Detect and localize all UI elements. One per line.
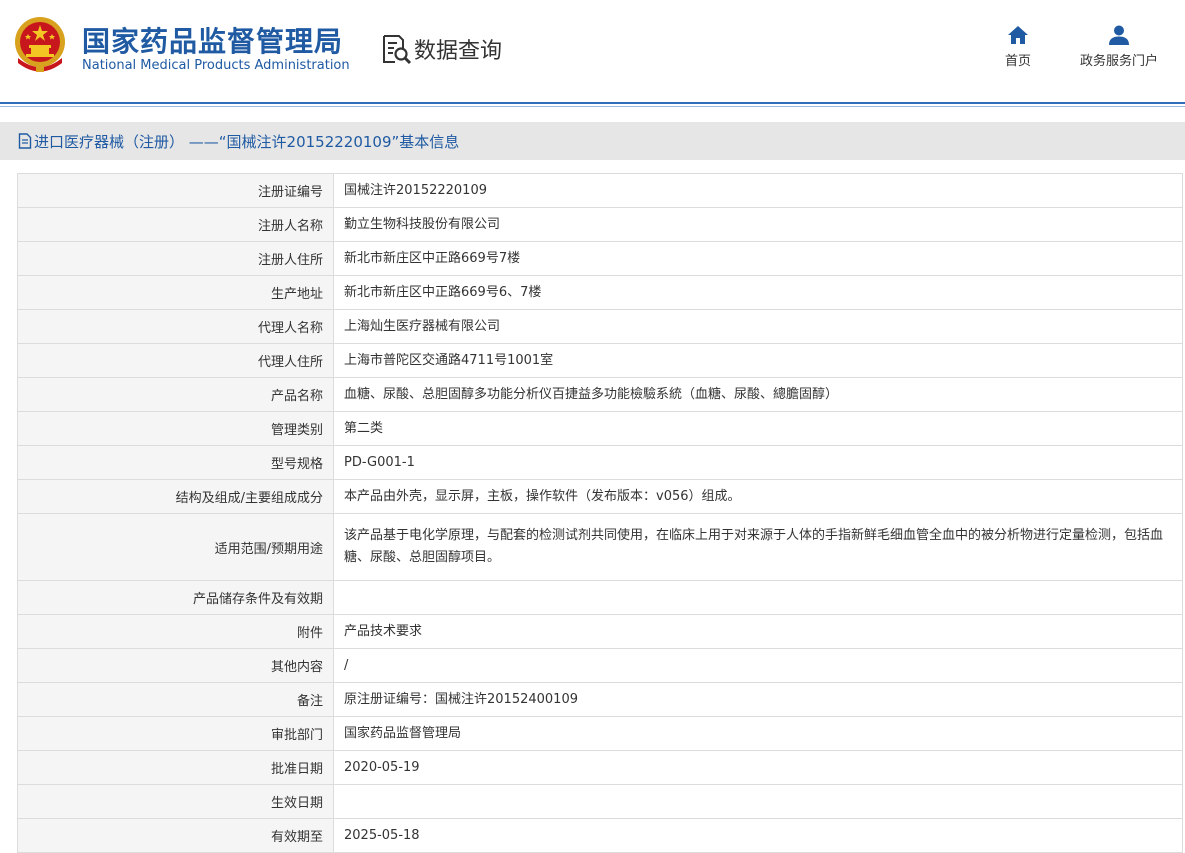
org-name-cn: 国家药品监督管理局 xyxy=(82,25,344,58)
nav-home-link[interactable]: 首页 xyxy=(990,24,1046,69)
row-label: 生产地址 xyxy=(17,275,334,310)
row-label: 审批部门 xyxy=(17,716,334,751)
row-value: PD-G001-1 xyxy=(333,445,1183,480)
section-title: 数据查询 xyxy=(414,39,503,64)
nav-service-portal-label: 政务服务门户 xyxy=(1079,54,1158,69)
row-label: 批准日期 xyxy=(17,750,334,785)
row-label: 其他内容 xyxy=(17,648,334,683)
row-value: 上海市普陀区交通路4711号1001室 xyxy=(333,343,1183,378)
row-value: 新北市新庄区中正路669号7楼 xyxy=(333,241,1183,276)
row-value: 血糖、尿酸、总胆固醇多功能分析仪百捷益多功能檢驗系統（血糖、尿酸、總膽固醇） xyxy=(333,377,1183,412)
table-row: 审批部门 国家药品监督管理局 xyxy=(17,716,1183,751)
table-row: 代理人名称 上海灿生医疗器械有限公司 xyxy=(17,309,1183,344)
document-search-icon xyxy=(383,35,412,65)
page-title: 进口医疗器械（注册） ——“国械注许20152220109”基本信息 xyxy=(34,132,460,151)
row-value: / xyxy=(333,648,1183,683)
row-label: 附件 xyxy=(17,614,334,649)
row-value: 该产品基于电化学原理，与配套的检测试剂共同使用，在临床上用于对来源于人体的手指新… xyxy=(333,513,1183,581)
row-label: 适用范围/预期用途 xyxy=(17,513,334,581)
row-label: 结构及组成/主要组成成分 xyxy=(17,479,334,514)
site-header: 国家药品监督管理局 National Medical Products Admi… xyxy=(0,0,1185,104)
table-row: 注册人名称 勤立生物科技股份有限公司 xyxy=(17,207,1183,242)
row-value: 原注册证编号：国械注许20152400109 xyxy=(333,682,1183,717)
row-value: 2025-05-18 xyxy=(333,818,1183,853)
row-label: 注册证编号 xyxy=(17,173,334,208)
table-row: 其他内容 / xyxy=(17,648,1183,683)
table-row: 适用范围/预期用途 该产品基于电化学原理，与配套的检测试剂共同使用，在临床上用于对… xyxy=(17,513,1183,581)
row-label: 代理人住所 xyxy=(17,343,334,378)
row-value: 本产品由外壳，显示屏，主板，操作软件（发布版本：v056）组成。 xyxy=(333,479,1183,514)
table-row: 产品储存条件及有效期 xyxy=(17,580,1183,615)
row-label: 产品名称 xyxy=(17,377,334,412)
device-info-table: 注册证编号 国械注许20152220109 注册人名称 勤立生物科技股份有限公司 注… xyxy=(17,173,1183,853)
row-label: 注册人名称 xyxy=(17,207,334,242)
row-value: 第二类 xyxy=(333,411,1183,446)
row-label: 注册人住所 xyxy=(17,241,334,276)
document-icon xyxy=(18,133,32,149)
table-row: 结构及组成/主要组成成分 本产品由外壳，显示屏，主板，操作软件（发布版本：v056… xyxy=(17,479,1183,514)
table-row: 注册证编号 国械注许20152220109 xyxy=(17,173,1183,208)
row-value: 上海灿生医疗器械有限公司 xyxy=(333,309,1183,344)
record-title-bar: 进口医疗器械（注册） ——“国械注许20152220109”基本信息 xyxy=(0,122,1185,160)
table-row: 管理类别 第二类 xyxy=(17,411,1183,446)
header-divider-thin xyxy=(0,106,1185,107)
row-label: 管理类别 xyxy=(17,411,334,446)
nav-service-portal-link[interactable]: 政务服务门户 xyxy=(1070,24,1168,69)
table-row: 代理人住所 上海市普陀区交通路4711号1001室 xyxy=(17,343,1183,378)
row-value: 2020-05-19 xyxy=(333,750,1183,785)
row-label: 生效日期 xyxy=(17,784,334,819)
row-value: 产品技术要求 xyxy=(333,614,1183,649)
org-name-en: National Medical Products Administration xyxy=(82,58,350,73)
national-emblem-logo xyxy=(15,17,65,72)
table-row: 备注 原注册证编号：国械注许20152400109 xyxy=(17,682,1183,717)
nav-home-label: 首页 xyxy=(1004,54,1031,69)
row-label: 型号规格 xyxy=(17,445,334,480)
table-row: 生效日期 xyxy=(17,784,1183,819)
row-value xyxy=(333,784,1183,819)
row-label: 产品储存条件及有效期 xyxy=(17,580,334,615)
row-label: 代理人名称 xyxy=(17,309,334,344)
data-query-section: 数据查询 xyxy=(380,32,502,66)
user-icon xyxy=(1109,25,1129,45)
table-row: 附件 产品技术要求 xyxy=(17,614,1183,649)
row-label: 备注 xyxy=(17,682,334,717)
table-row: 生产地址 新北市新庄区中正路669号6、7楼 xyxy=(17,275,1183,310)
table-row: 批准日期 2020-05-19 xyxy=(17,750,1183,785)
table-row: 注册人住所 新北市新庄区中正路669号7楼 xyxy=(17,241,1183,276)
table-row: 有效期至 2025-05-18 xyxy=(17,818,1183,853)
header-divider xyxy=(0,102,1185,104)
row-value: 国械注许20152220109 xyxy=(333,173,1183,208)
row-value xyxy=(333,580,1183,615)
row-value: 新北市新庄区中正路669号6、7楼 xyxy=(333,275,1183,310)
table-row: 型号规格 PD-G001-1 xyxy=(17,445,1183,480)
row-value: 国家药品监督管理局 xyxy=(333,716,1183,751)
row-value: 勤立生物科技股份有限公司 xyxy=(333,207,1183,242)
table-row: 产品名称 血糖、尿酸、总胆固醇多功能分析仪百捷益多功能檢驗系統（血糖、尿酸、總膽固… xyxy=(17,377,1183,412)
row-label: 有效期至 xyxy=(17,818,334,853)
home-icon xyxy=(1008,26,1028,44)
